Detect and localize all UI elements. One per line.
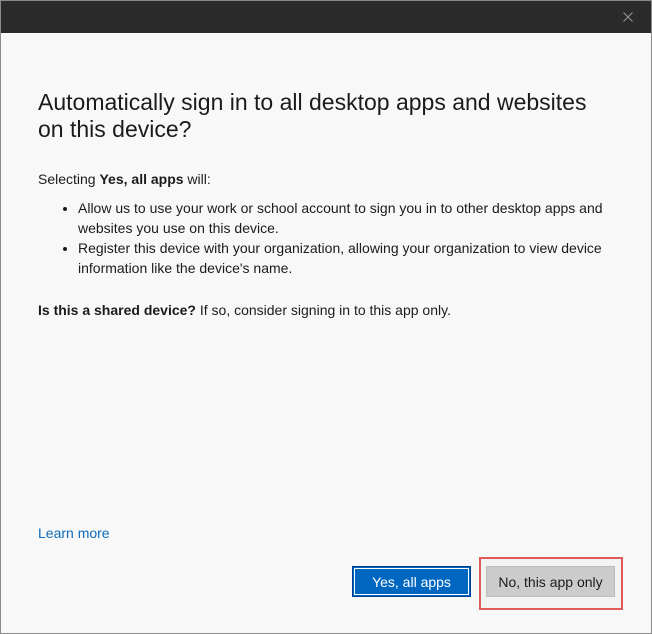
intro-bold: Yes, all apps bbox=[99, 171, 184, 187]
close-button[interactable] bbox=[605, 1, 651, 33]
close-icon bbox=[623, 12, 633, 22]
shared-device-question: Is this a shared device? bbox=[38, 302, 196, 318]
title-bar bbox=[1, 1, 651, 33]
dialog-content: Automatically sign in to all desktop app… bbox=[38, 89, 618, 320]
intro-text: Selecting Yes, all apps will: bbox=[38, 169, 618, 189]
learn-more-link[interactable]: Learn more bbox=[38, 523, 110, 543]
dialog-heading: Automatically sign in to all desktop app… bbox=[38, 89, 587, 142]
shared-device-advice: If so, consider signing in to this app o… bbox=[195, 302, 451, 318]
dialog-window: Automatically sign in to all desktop app… bbox=[0, 0, 652, 634]
list-item: Allow us to use your work or school acco… bbox=[78, 198, 618, 238]
no-this-app-only-button[interactable]: No, this app only bbox=[486, 566, 615, 597]
shared-device-text: Is this a shared device? If so, consider… bbox=[38, 300, 618, 320]
list-item: Register this device with your organizat… bbox=[78, 238, 618, 278]
intro-suffix: will: bbox=[183, 171, 211, 187]
yes-all-apps-button[interactable]: Yes, all apps bbox=[352, 566, 471, 597]
consequence-list: Allow us to use your work or school acco… bbox=[38, 198, 618, 278]
intro-prefix: Selecting bbox=[38, 171, 100, 187]
